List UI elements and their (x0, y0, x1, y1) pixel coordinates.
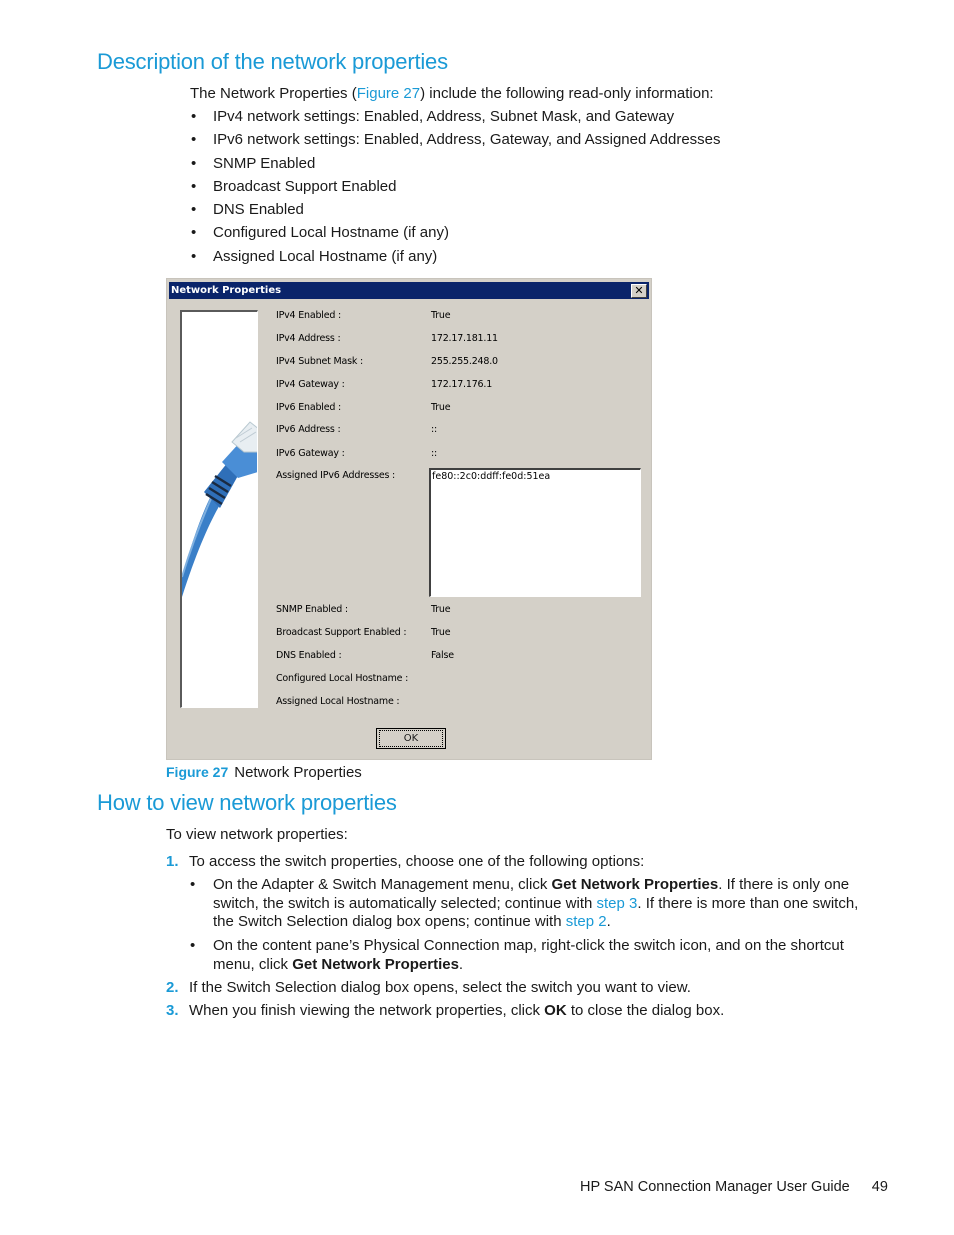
list-item: SNMP Enabled (190, 152, 721, 175)
property-value: True (431, 627, 451, 638)
ui-term-get-network-properties: Get Network Properties (551, 876, 719, 893)
close-button[interactable]: ✕ (631, 284, 647, 298)
network-cable-image (180, 310, 258, 708)
network-properties-dialog: Network Properties ✕ IPv4 Enabled : True… (166, 278, 652, 760)
property-label: Assigned IPv6 Addresses : (276, 470, 396, 481)
dialog-title: Network Properties (171, 285, 282, 296)
property-label: Broadcast Support Enabled : (276, 627, 407, 638)
property-label: Assigned Local Hostname : (276, 696, 400, 707)
list-item: Configured Local Hostname (if any) (190, 221, 721, 244)
guide-title: HP SAN Connection Manager User Guide (580, 1179, 850, 1195)
ok-button-label: OK (379, 730, 443, 747)
property-label: IPv6 Gateway : (276, 448, 345, 459)
step-number: 2. (166, 979, 179, 996)
section2-intro: To view network properties: (166, 826, 348, 843)
dialog-title-bar: Network Properties ✕ (169, 282, 649, 299)
figure-number: Figure 27 (166, 764, 229, 780)
ok-button[interactable]: OK (376, 728, 446, 749)
property-label: IPv6 Enabled : (276, 402, 342, 413)
step-text: To access the switch properties, choose … (189, 853, 645, 870)
intro-text-end: ) include the following read-only inform… (420, 85, 714, 102)
property-value: :: (431, 424, 438, 435)
figure-caption-text: Network Properties (234, 764, 362, 781)
property-label: IPv4 Address : (276, 333, 341, 344)
close-icon: ✕ (634, 284, 644, 297)
assigned-ipv6-listbox[interactable]: fe80::2c0:ddff:fe0d:51ea (429, 468, 641, 597)
network-cable-icon (182, 421, 257, 597)
step-3-link[interactable]: step 3 (597, 895, 638, 912)
list-item: IPv6 network settings: Enabled, Address,… (190, 128, 721, 151)
figure-caption: Figure 27 Network Properties (166, 764, 362, 781)
property-value: 172.17.181.11 (431, 333, 498, 344)
page-number: 49 (871, 1179, 888, 1195)
property-label: IPv6 Address : (276, 424, 341, 435)
property-label: IPv4 Subnet Mask : (276, 356, 363, 367)
bullet-glyph: • (190, 876, 196, 893)
property-value: True (431, 402, 451, 413)
list-item: Broadcast Support Enabled (190, 175, 721, 198)
property-value: False (431, 650, 454, 661)
property-label: IPv4 Enabled : (276, 310, 342, 321)
ui-term-get-network-properties: Get Network Properties (292, 955, 459, 973)
list-item: DNS Enabled (190, 198, 721, 221)
step-number: 1. (166, 853, 179, 870)
bullet-glyph: • (190, 937, 196, 954)
ui-term-ok: OK (544, 1002, 567, 1019)
property-label: SNMP Enabled : (276, 604, 348, 615)
list-item[interactable]: fe80::2c0:ddff:fe0d:51ea (432, 471, 639, 482)
list-item: Assigned Local Hostname (if any) (190, 245, 721, 268)
intro-text: The Network Properties ( (190, 85, 357, 102)
list-item: IPv4 network settings: Enabled, Address,… (190, 105, 721, 128)
property-value: :: (431, 448, 438, 459)
property-label: Configured Local Hostname : (276, 673, 409, 684)
step-number: 3. (166, 1002, 179, 1019)
step-2-link[interactable]: step 2 (566, 913, 607, 930)
property-value: True (431, 604, 451, 615)
step-text: If the Switch Selection dialog box opens… (189, 979, 691, 996)
figure-link[interactable]: Figure 27 (357, 85, 420, 102)
page-footer: HP SAN Connection Manager User Guide 49 (580, 1179, 888, 1195)
property-label: IPv4 Gateway : (276, 379, 345, 390)
section-heading-how-to: How to view network properties (97, 790, 397, 815)
property-value: True (431, 310, 451, 321)
step-text: When you finish viewing the network prop… (189, 1002, 725, 1019)
properties-bullet-list: IPv4 network settings: Enabled, Address,… (190, 105, 721, 268)
property-value: 255.255.248.0 (431, 356, 498, 367)
sub-option-menu: On the Adapter & Switch Management menu,… (213, 876, 859, 930)
intro-paragraph: The Network Properties (Figure 27) inclu… (190, 84, 714, 103)
sub-option-map: On the content pane’s Physical Connectio… (213, 937, 844, 973)
property-value: 172.17.176.1 (431, 379, 493, 390)
property-label: DNS Enabled : (276, 650, 342, 661)
section-heading-description: Description of the network properties (97, 49, 448, 74)
